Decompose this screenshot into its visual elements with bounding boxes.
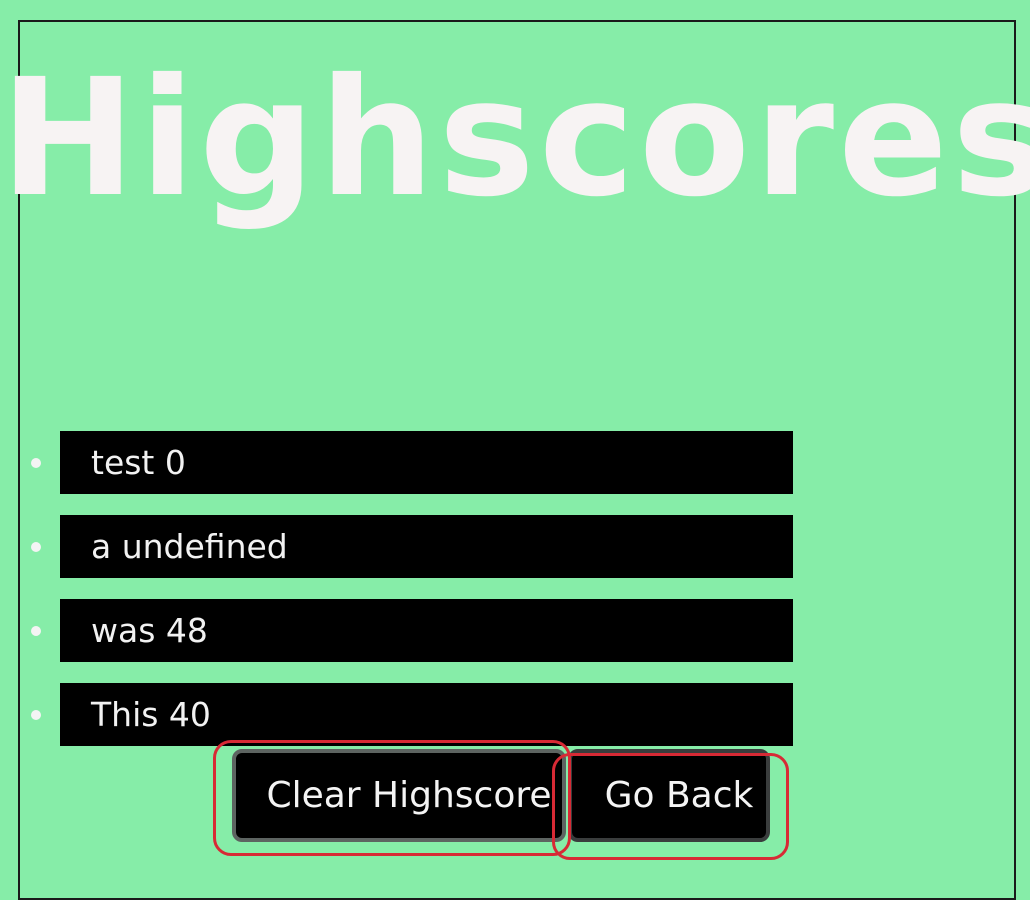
bullet-icon [31, 458, 41, 468]
bullet-icon [31, 710, 41, 720]
bullet-icon [31, 542, 41, 552]
go-back-button[interactable]: Go Back [568, 749, 770, 842]
highscore-label: was 48 [91, 611, 208, 650]
highscore-label: This 40 [91, 695, 211, 734]
highscore-label: a undefined [91, 527, 288, 566]
highscore-item: a undefined [31, 515, 793, 578]
highscore-label: test 0 [91, 443, 186, 482]
clear-highscore-button[interactable]: Clear Highscore [232, 749, 566, 842]
bullet-icon [31, 626, 41, 636]
page-title: Highscores [0, 45, 1030, 233]
highscore-item: This 40 [31, 683, 793, 746]
highscore-item: was 48 [31, 599, 793, 662]
highscore-item: test 0 [31, 431, 793, 494]
